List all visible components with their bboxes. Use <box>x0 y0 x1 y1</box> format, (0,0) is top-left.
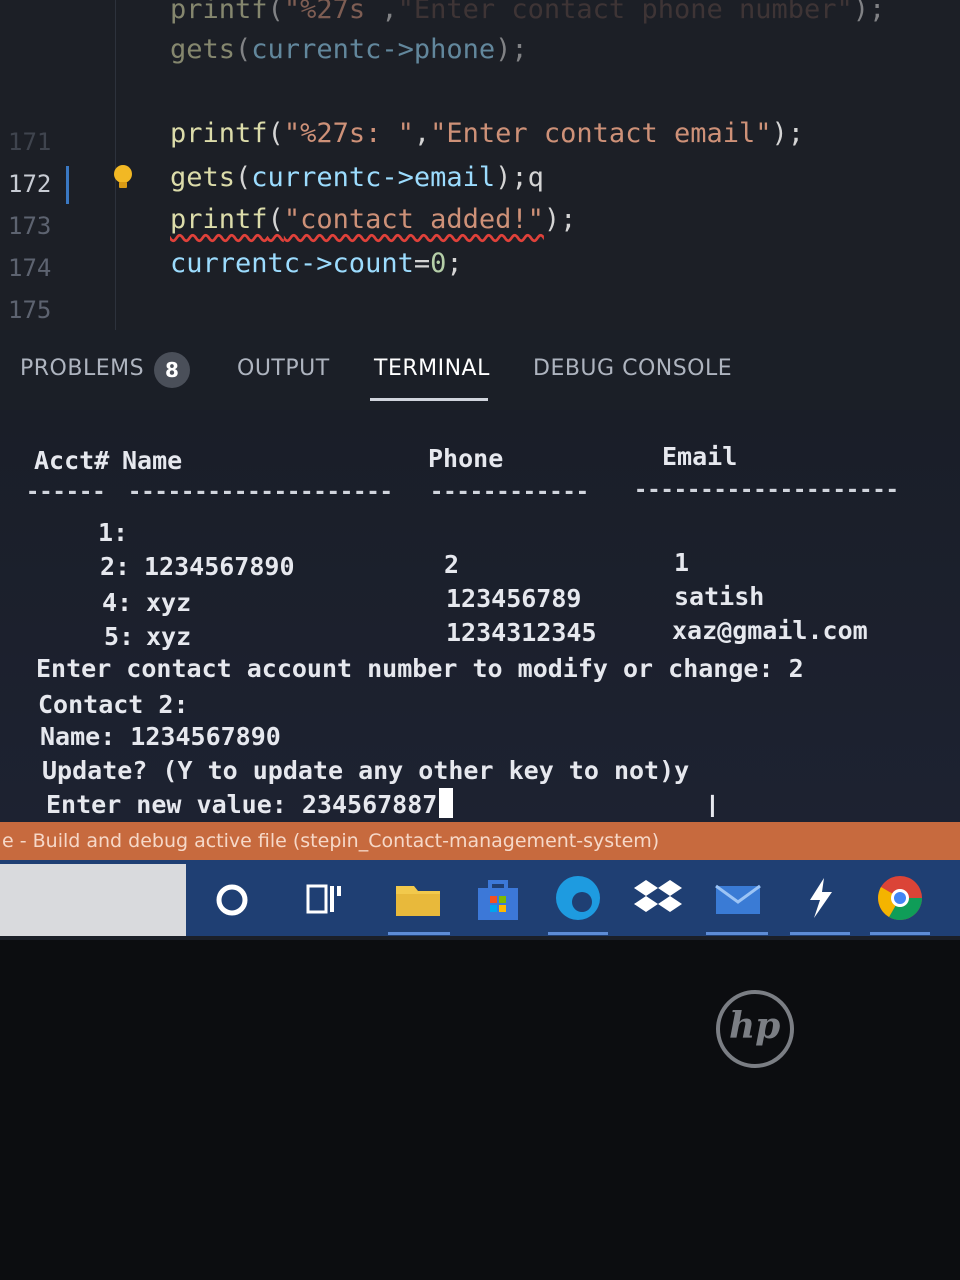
tab-terminal[interactable]: TERMINAL <box>374 356 490 381</box>
problems-count-badge: 8 <box>154 352 190 388</box>
code-line: printf("contact added!"); <box>170 204 577 235</box>
status-bar[interactable]: e - Build and debug active file (stepin_… <box>0 822 960 860</box>
row-phone: 1234312345 <box>446 618 597 647</box>
row-name: xyz <box>146 622 192 651</box>
header-divider: ------------ <box>430 480 589 505</box>
column-header-name: Name <box>122 446 183 475</box>
column-header-phone: Phone <box>428 444 504 473</box>
laptop-bezel: hp <box>0 940 960 1280</box>
mail-icon[interactable] <box>712 872 764 924</box>
panel-tab-bar: PROBLEMS 8 OUTPUT TERMINAL DEBUG CONSOLE <box>0 330 960 410</box>
line-number: 172 <box>8 170 52 198</box>
screen: 171 172 173 174 175 printf("%27s ,"Enter… <box>0 0 960 940</box>
header-divider: -------------------- <box>128 480 393 505</box>
dropbox-icon[interactable] <box>632 872 684 924</box>
line-number: 173 <box>8 212 52 240</box>
code-line: currentc->count=0; <box>170 248 463 279</box>
tab-debug-console[interactable]: DEBUG CONSOLE <box>533 356 732 381</box>
task-view-icon[interactable] <box>298 872 350 924</box>
code-line: gets(currentc->phone); <box>170 34 528 65</box>
cortana-icon[interactable] <box>206 872 258 924</box>
header-divider: -------------------- <box>634 478 899 503</box>
terminal-line: Name: 1234567890 <box>40 722 281 751</box>
terminal-line: Update? (Y to update any other key to no… <box>42 756 690 785</box>
line-number: 175 <box>8 296 52 324</box>
bolt-app-icon[interactable] <box>794 872 846 924</box>
row-acct: 4: <box>102 588 133 617</box>
row-name: 1234567890 <box>144 552 295 581</box>
edge-icon[interactable] <box>552 872 604 924</box>
active-line-marker <box>66 166 69 204</box>
code-line: printf("%27s: ","Enter contact email"); <box>170 118 805 149</box>
taskbar-search-box[interactable] <box>0 864 186 936</box>
running-indicator <box>388 932 450 935</box>
hp-logo: hp <box>716 990 794 1068</box>
status-text: e - Build and debug active file (stepin_… <box>2 830 660 852</box>
mouse-ibeam-icon: I <box>708 790 717 825</box>
column-header-acct: Acct# <box>34 446 110 475</box>
tab-output[interactable]: OUTPUT <box>237 356 330 381</box>
terminal-input-line[interactable]: Enter new value: 234567887 <box>46 788 454 819</box>
file-explorer-icon[interactable] <box>392 872 444 924</box>
code-line: printf("%27s ,"Enter contact phone numbe… <box>170 0 886 25</box>
chrome-icon[interactable] <box>874 872 926 924</box>
row-phone: 2 <box>444 550 460 579</box>
lightbulb-icon[interactable] <box>112 164 134 188</box>
running-indicator <box>870 932 930 935</box>
row-acct: 1: <box>98 518 129 547</box>
line-number: 171 <box>8 128 52 156</box>
terminal[interactable]: Acct# Name Phone Email ------ ----------… <box>0 410 960 825</box>
line-number: 174 <box>8 254 52 282</box>
terminal-line: Enter contact account number to modify o… <box>36 654 804 683</box>
row-email: xaz@gmail.com <box>672 616 868 645</box>
line-number-gutter: 171 172 173 174 175 <box>0 0 116 330</box>
header-divider: ------ <box>26 480 106 505</box>
active-tab-indicator <box>370 398 488 401</box>
code-editor[interactable]: 171 172 173 174 175 printf("%27s ,"Enter… <box>0 0 960 330</box>
row-acct: 2: <box>100 552 131 581</box>
taskbar <box>0 860 960 936</box>
row-name: xyz <box>146 588 192 617</box>
row-email: 1 <box>674 548 690 577</box>
running-indicator <box>790 932 850 935</box>
terminal-line: Contact 2: <box>38 690 189 719</box>
row-email: satish <box>674 582 765 611</box>
code-line: gets(currentc->email);q <box>170 162 544 193</box>
tab-problems[interactable]: PROBLEMS <box>20 356 144 381</box>
running-indicator <box>706 932 768 935</box>
column-header-email: Email <box>662 442 738 471</box>
row-acct: 5: <box>104 622 135 651</box>
store-icon[interactable] <box>472 872 524 924</box>
text-cursor <box>439 788 454 818</box>
running-indicator <box>548 932 608 935</box>
row-phone: 123456789 <box>446 584 582 613</box>
